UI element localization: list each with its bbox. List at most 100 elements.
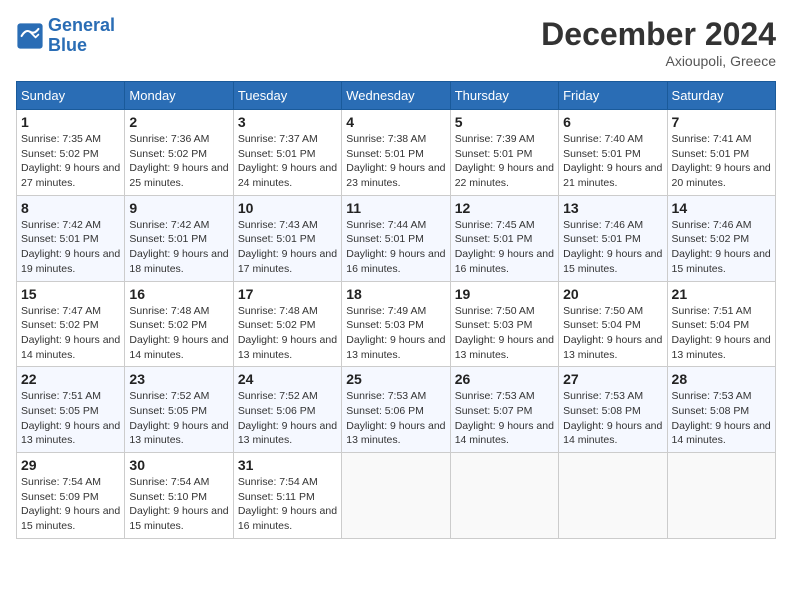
day-info: Sunrise: 7:54 AM Sunset: 5:09 PM Dayligh…	[21, 475, 120, 534]
sunrise-label: Sunrise: 7:53 AM	[346, 390, 426, 402]
day-info: Sunrise: 7:48 AM Sunset: 5:02 PM Dayligh…	[238, 304, 337, 363]
daylight-label: Daylight: 9 hours and 13 minutes.	[21, 420, 120, 447]
daylight-label: Daylight: 9 hours and 16 minutes.	[455, 248, 554, 275]
day-number: 9	[129, 200, 228, 216]
sunset-label: Sunset: 5:08 PM	[563, 405, 641, 417]
sunrise-label: Sunrise: 7:46 AM	[672, 219, 752, 231]
calendar-cell: 24 Sunrise: 7:52 AM Sunset: 5:06 PM Dayl…	[233, 367, 341, 453]
sunrise-label: Sunrise: 7:44 AM	[346, 219, 426, 231]
day-number: 8	[21, 200, 120, 216]
day-number: 17	[238, 286, 337, 302]
sunset-label: Sunset: 5:01 PM	[455, 148, 533, 160]
weekday-header-thursday: Thursday	[450, 82, 558, 110]
day-number: 29	[21, 457, 120, 473]
sunrise-label: Sunrise: 7:46 AM	[563, 219, 643, 231]
sunrise-label: Sunrise: 7:53 AM	[563, 390, 643, 402]
sunset-label: Sunset: 5:01 PM	[672, 148, 750, 160]
day-number: 25	[346, 371, 445, 387]
calendar-header-row: SundayMondayTuesdayWednesdayThursdayFrid…	[17, 82, 776, 110]
day-number: 28	[672, 371, 771, 387]
sunset-label: Sunset: 5:02 PM	[129, 148, 207, 160]
calendar-cell: 21 Sunrise: 7:51 AM Sunset: 5:04 PM Dayl…	[667, 281, 775, 367]
sunset-label: Sunset: 5:09 PM	[21, 491, 99, 503]
sunset-label: Sunset: 5:02 PM	[129, 319, 207, 331]
sunrise-label: Sunrise: 7:41 AM	[672, 133, 752, 145]
calendar-cell: 17 Sunrise: 7:48 AM Sunset: 5:02 PM Dayl…	[233, 281, 341, 367]
calendar-cell: 16 Sunrise: 7:48 AM Sunset: 5:02 PM Dayl…	[125, 281, 233, 367]
day-info: Sunrise: 7:41 AM Sunset: 5:01 PM Dayligh…	[672, 132, 771, 191]
calendar-cell: 29 Sunrise: 7:54 AM Sunset: 5:09 PM Dayl…	[17, 453, 125, 539]
day-info: Sunrise: 7:46 AM Sunset: 5:02 PM Dayligh…	[672, 218, 771, 277]
sunrise-label: Sunrise: 7:52 AM	[129, 390, 209, 402]
calendar-cell: 11 Sunrise: 7:44 AM Sunset: 5:01 PM Dayl…	[342, 195, 450, 281]
sunrise-label: Sunrise: 7:48 AM	[129, 305, 209, 317]
day-info: Sunrise: 7:46 AM Sunset: 5:01 PM Dayligh…	[563, 218, 662, 277]
sunset-label: Sunset: 5:02 PM	[21, 319, 99, 331]
sunrise-label: Sunrise: 7:53 AM	[672, 390, 752, 402]
sunset-label: Sunset: 5:04 PM	[672, 319, 750, 331]
page-header: General Blue December 2024 Axioupoli, Gr…	[16, 16, 776, 69]
day-number: 15	[21, 286, 120, 302]
sunrise-label: Sunrise: 7:50 AM	[455, 305, 535, 317]
day-info: Sunrise: 7:35 AM Sunset: 5:02 PM Dayligh…	[21, 132, 120, 191]
sunrise-label: Sunrise: 7:36 AM	[129, 133, 209, 145]
sunrise-label: Sunrise: 7:54 AM	[129, 476, 209, 488]
sunrise-label: Sunrise: 7:49 AM	[346, 305, 426, 317]
sunrise-label: Sunrise: 7:37 AM	[238, 133, 318, 145]
calendar-cell: 12 Sunrise: 7:45 AM Sunset: 5:01 PM Dayl…	[450, 195, 558, 281]
calendar-cell: 13 Sunrise: 7:46 AM Sunset: 5:01 PM Dayl…	[559, 195, 667, 281]
sunrise-label: Sunrise: 7:51 AM	[672, 305, 752, 317]
day-number: 30	[129, 457, 228, 473]
sunset-label: Sunset: 5:01 PM	[455, 233, 533, 245]
day-number: 20	[563, 286, 662, 302]
daylight-label: Daylight: 9 hours and 14 minutes.	[455, 420, 554, 447]
sunset-label: Sunset: 5:01 PM	[129, 233, 207, 245]
day-number: 21	[672, 286, 771, 302]
title-block: December 2024 Axioupoli, Greece	[541, 16, 776, 69]
day-number: 27	[563, 371, 662, 387]
sunset-label: Sunset: 5:01 PM	[563, 148, 641, 160]
daylight-label: Daylight: 9 hours and 14 minutes.	[21, 334, 120, 361]
calendar-cell: 19 Sunrise: 7:50 AM Sunset: 5:03 PM Dayl…	[450, 281, 558, 367]
calendar-week-row: 29 Sunrise: 7:54 AM Sunset: 5:09 PM Dayl…	[17, 453, 776, 539]
daylight-label: Daylight: 9 hours and 16 minutes.	[346, 248, 445, 275]
daylight-label: Daylight: 9 hours and 13 minutes.	[238, 334, 337, 361]
day-info: Sunrise: 7:37 AM Sunset: 5:01 PM Dayligh…	[238, 132, 337, 191]
day-number: 18	[346, 286, 445, 302]
sunset-label: Sunset: 5:01 PM	[238, 233, 316, 245]
sunset-label: Sunset: 5:06 PM	[238, 405, 316, 417]
calendar-cell: 10 Sunrise: 7:43 AM Sunset: 5:01 PM Dayl…	[233, 195, 341, 281]
daylight-label: Daylight: 9 hours and 20 minutes.	[672, 162, 771, 189]
sunrise-label: Sunrise: 7:38 AM	[346, 133, 426, 145]
sunset-label: Sunset: 5:01 PM	[346, 233, 424, 245]
day-info: Sunrise: 7:51 AM Sunset: 5:04 PM Dayligh…	[672, 304, 771, 363]
sunrise-label: Sunrise: 7:50 AM	[563, 305, 643, 317]
day-info: Sunrise: 7:51 AM Sunset: 5:05 PM Dayligh…	[21, 389, 120, 448]
calendar-cell: 18 Sunrise: 7:49 AM Sunset: 5:03 PM Dayl…	[342, 281, 450, 367]
calendar-table: SundayMondayTuesdayWednesdayThursdayFrid…	[16, 81, 776, 539]
day-info: Sunrise: 7:42 AM Sunset: 5:01 PM Dayligh…	[21, 218, 120, 277]
calendar-week-row: 8 Sunrise: 7:42 AM Sunset: 5:01 PM Dayli…	[17, 195, 776, 281]
day-number: 5	[455, 114, 554, 130]
sunset-label: Sunset: 5:08 PM	[672, 405, 750, 417]
calendar-cell	[559, 453, 667, 539]
day-info: Sunrise: 7:50 AM Sunset: 5:03 PM Dayligh…	[455, 304, 554, 363]
daylight-label: Daylight: 9 hours and 27 minutes.	[21, 162, 120, 189]
location: Axioupoli, Greece	[541, 53, 776, 69]
sunset-label: Sunset: 5:01 PM	[238, 148, 316, 160]
daylight-label: Daylight: 9 hours and 14 minutes.	[129, 334, 228, 361]
day-info: Sunrise: 7:36 AM Sunset: 5:02 PM Dayligh…	[129, 132, 228, 191]
weekday-header-tuesday: Tuesday	[233, 82, 341, 110]
sunset-label: Sunset: 5:11 PM	[238, 491, 315, 503]
daylight-label: Daylight: 9 hours and 13 minutes.	[129, 420, 228, 447]
day-number: 7	[672, 114, 771, 130]
day-number: 11	[346, 200, 445, 216]
day-number: 16	[129, 286, 228, 302]
day-info: Sunrise: 7:42 AM Sunset: 5:01 PM Dayligh…	[129, 218, 228, 277]
weekday-header-sunday: Sunday	[17, 82, 125, 110]
calendar-cell: 28 Sunrise: 7:53 AM Sunset: 5:08 PM Dayl…	[667, 367, 775, 453]
daylight-label: Daylight: 9 hours and 13 minutes.	[346, 420, 445, 447]
daylight-label: Daylight: 9 hours and 15 minutes.	[129, 505, 228, 532]
daylight-label: Daylight: 9 hours and 14 minutes.	[563, 420, 662, 447]
day-info: Sunrise: 7:40 AM Sunset: 5:01 PM Dayligh…	[563, 132, 662, 191]
